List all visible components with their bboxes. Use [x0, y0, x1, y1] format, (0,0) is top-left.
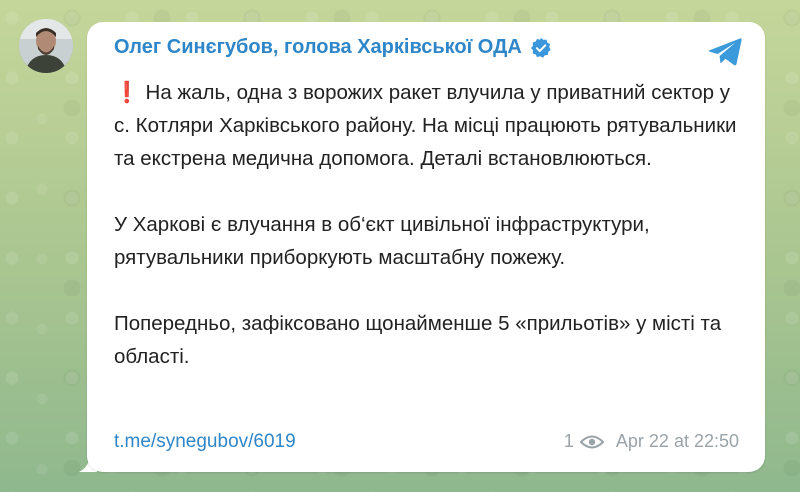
timestamp: Apr 22 at 22:50 — [615, 431, 739, 451]
red-exclamation-icon: ❗ — [114, 81, 140, 104]
author-name[interactable]: Олег Синєгубов, голова Харківської ОДА — [114, 36, 522, 59]
message-header: Олег Синєгубов, голова Харківської ОДА — [114, 36, 552, 59]
message-paragraph-1: ❗ На жаль, одна з ворожих ракет влучила у… — [114, 76, 739, 175]
telegram-share-icon[interactable] — [707, 36, 743, 68]
message-text: ❗ На жаль, одна з ворожих ракет влучила у… — [114, 76, 739, 373]
eye-icon — [579, 435, 604, 448]
message-bubble: Олег Синєгубов, голова Харківської ОДА ❗… — [87, 22, 765, 472]
avatar[interactable] — [19, 19, 73, 73]
views-count: 1 — [563, 431, 574, 451]
verified-badge-icon — [530, 37, 552, 59]
message-paragraph-3: Попередньо, зафіксовано щонайменше 5 «пр… — [114, 312, 722, 368]
post-link[interactable]: t.me/synegubov/6019 — [114, 431, 296, 453]
paragraph-1-text: На жаль, одна з ворожих ракет влучила у … — [114, 81, 737, 170]
message-meta: 1 Apr 22 at 22:50 — [564, 431, 739, 452]
message-paragraph-2: У Харкові є влучання в об‘єкт цивільної … — [114, 213, 650, 269]
